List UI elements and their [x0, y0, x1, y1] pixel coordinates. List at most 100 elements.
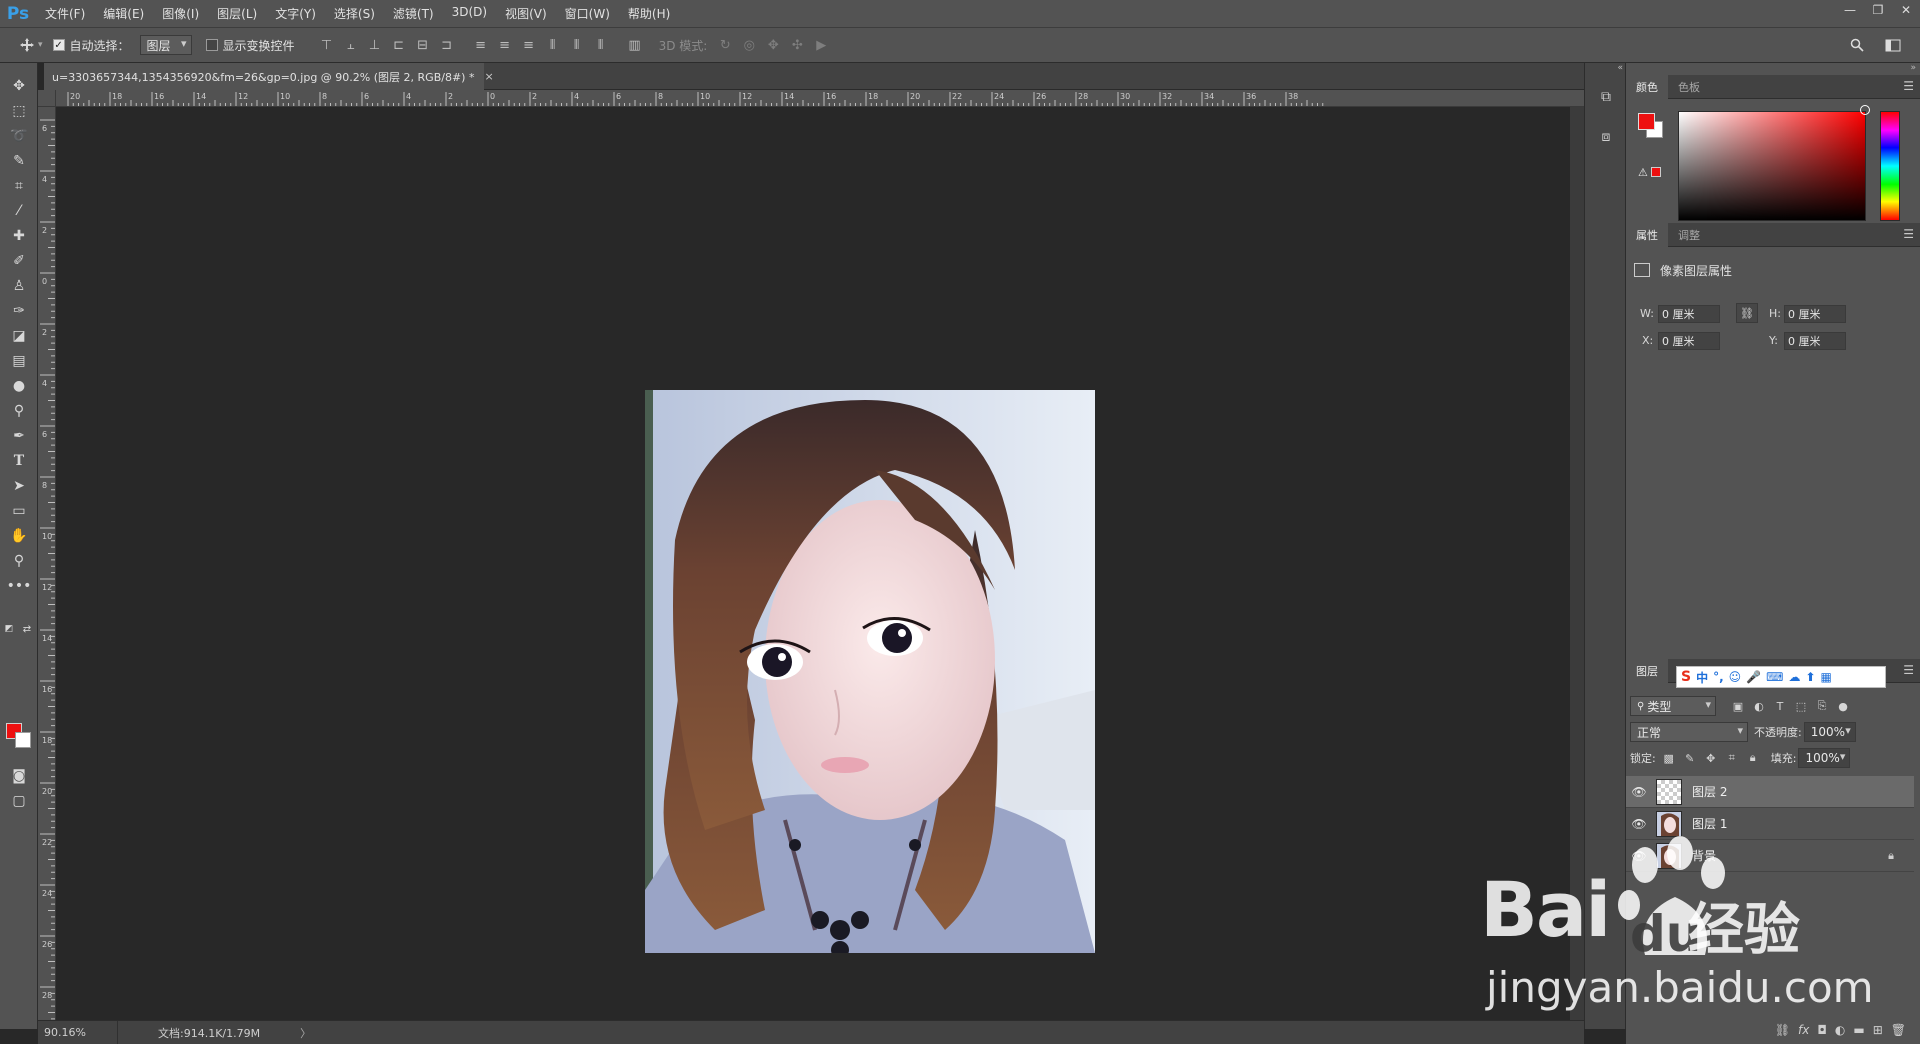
color-picker-field[interactable]	[1678, 111, 1866, 221]
eyedropper-tool-icon[interactable]: ⁄	[6, 200, 32, 222]
hand-tool-icon[interactable]: ✋	[6, 525, 32, 547]
pen-tool-icon[interactable]: ✒	[6, 425, 32, 447]
link-dimensions-icon[interactable]: ⛓	[1736, 303, 1758, 323]
menu-item-10[interactable]: 帮助(H)	[619, 5, 679, 22]
layer-filter-dropdown[interactable]: ⚲ 类型	[1630, 696, 1716, 716]
color-panel-foreground-swatch[interactable]	[1638, 113, 1655, 130]
document-tab[interactable]: u=3303657344,1354356920&fm=26&gp=0.jpg @…	[44, 63, 494, 90]
default-colors-icon[interactable]: ◩	[2, 618, 16, 640]
show-transform-checkbox[interactable]	[205, 39, 218, 51]
distribute-bottom-icon[interactable]: ≡	[519, 35, 539, 55]
blend-mode-dropdown[interactable]: 正常	[1630, 722, 1748, 742]
distribute-top-icon[interactable]: ≡	[471, 35, 491, 55]
menu-item-4[interactable]: 文字(Y)	[266, 5, 325, 22]
tab-adjustments[interactable]: 调整	[1668, 223, 1710, 247]
move-tool-icon[interactable]	[16, 34, 38, 56]
hue-slider[interactable]	[1880, 111, 1900, 221]
tab-swatches[interactable]: 色板	[1668, 75, 1710, 99]
zoom-level[interactable]: 90.16%	[38, 1021, 118, 1044]
filter-smart-object-icon[interactable]: ⎘	[1814, 698, 1830, 714]
ime-grid-icon[interactable]: ▦	[1821, 670, 1832, 684]
align-left-icon[interactable]: ⊏	[389, 35, 409, 55]
layer-style-icon[interactable]: fx	[1798, 1023, 1809, 1037]
height-field[interactable]: 0 厘米	[1784, 305, 1846, 323]
lock-transparency-icon[interactable]: ▩	[1661, 750, 1677, 766]
path-select-tool-icon[interactable]: ➤	[6, 475, 32, 497]
type-tool-icon[interactable]: T	[6, 450, 32, 472]
lock-artboard-icon[interactable]: ⌗	[1724, 750, 1740, 766]
collapse-panels-icon[interactable]: »	[1910, 63, 1916, 73]
filter-type-icon[interactable]: T	[1772, 698, 1788, 714]
search-icon[interactable]	[1846, 34, 1868, 56]
lock-all-icon[interactable]: 🔒︎	[1745, 750, 1761, 766]
rectangle-tool-icon[interactable]: ▭	[6, 500, 32, 522]
lock-pixels-icon[interactable]: ✎	[1682, 750, 1698, 766]
eraser-tool-icon[interactable]: ◪	[6, 325, 32, 347]
align-vcenter-icon[interactable]: ⫠	[341, 35, 361, 55]
link-layers-icon[interactable]: ⛓	[1775, 1023, 1790, 1037]
3d-pan-icon[interactable]: ✥	[763, 35, 783, 55]
swap-colors-icon[interactable]: ⇄	[20, 618, 34, 640]
ime-voice-icon[interactable]: 🎤	[1746, 670, 1761, 684]
auto-select-target-dropdown[interactable]: 图层	[139, 35, 192, 55]
filter-adjustment-icon[interactable]: ◐	[1751, 698, 1767, 714]
ruler-origin[interactable]	[38, 90, 56, 107]
healing-brush-tool-icon[interactable]: ✚	[6, 225, 32, 247]
menu-item-6[interactable]: 滤镜(T)	[384, 5, 443, 22]
auto-align-icon[interactable]: ▥	[625, 35, 645, 55]
properties-panel-icon[interactable]: ⧈	[1594, 125, 1618, 149]
tab-color[interactable]: 颜色	[1626, 75, 1668, 99]
3d-slide-icon[interactable]: ✣	[787, 35, 807, 55]
menu-item-7[interactable]: 3D(D)	[443, 5, 496, 22]
menu-item-9[interactable]: 窗口(W)	[556, 5, 619, 22]
ime-toolbar[interactable]: S 中 °, ☺ 🎤 ⌨ ☁ ⬆ ▦	[1676, 666, 1886, 688]
brush-tool-icon[interactable]: ✐	[6, 250, 32, 272]
delete-layer-icon[interactable]: 🗑︎	[1891, 1023, 1906, 1037]
lock-position-icon[interactable]: ✥	[1703, 750, 1719, 766]
properties-panel-menu-icon[interactable]: ☰	[1903, 227, 1914, 241]
opacity-field[interactable]: 100%	[1803, 722, 1856, 742]
tab-properties[interactable]: 属性	[1626, 223, 1668, 247]
align-top-icon[interactable]: ⊤	[317, 35, 337, 55]
ime-logo[interactable]: S	[1681, 669, 1691, 685]
3d-roll-icon[interactable]: ◎	[739, 35, 759, 55]
tool-preset-chevron-icon[interactable]: ▾	[38, 40, 43, 50]
align-bottom-icon[interactable]: ⊥	[365, 35, 385, 55]
new-group-icon[interactable]: ▬	[1853, 1023, 1864, 1037]
filter-toggle-icon[interactable]: ●	[1835, 698, 1851, 714]
add-mask-icon[interactable]: ◘	[1817, 1023, 1827, 1037]
ime-up-icon[interactable]: ⬆	[1805, 670, 1815, 684]
collapse-arrows-icon[interactable]: «	[1617, 63, 1623, 73]
filter-pixel-icon[interactable]: ▣	[1730, 698, 1746, 714]
crop-tool-icon[interactable]: ⌗	[6, 175, 32, 197]
more-tools-icon[interactable]: •••	[6, 575, 32, 597]
gamut-warning-icon[interactable]: ⚠	[1638, 166, 1648, 179]
color-panel-menu-icon[interactable]: ☰	[1903, 79, 1914, 93]
width-field[interactable]: 0 厘米	[1658, 305, 1720, 323]
background-color-swatch[interactable]	[15, 732, 31, 748]
blur-tool-icon[interactable]: ●	[6, 375, 32, 397]
fill-field[interactable]: 100%	[1798, 748, 1851, 768]
x-field[interactable]: 0 厘米	[1658, 332, 1720, 350]
menu-item-8[interactable]: 视图(V)	[496, 5, 556, 22]
document-image[interactable]	[645, 390, 1095, 953]
ime-mode[interactable]: 中	[1696, 669, 1708, 686]
zoom-tool-icon[interactable]: ⚲	[6, 550, 32, 572]
history-brush-tool-icon[interactable]: ✑	[6, 300, 32, 322]
lasso-tool-icon[interactable]: ➰	[6, 125, 32, 147]
menu-item-3[interactable]: 图层(L)	[208, 5, 266, 22]
canvas-area[interactable]	[56, 107, 1584, 1020]
menu-item-0[interactable]: 文件(F)	[36, 5, 94, 22]
ime-keyboard-icon[interactable]: ⌨	[1766, 670, 1783, 684]
restore-button[interactable]: ❐	[1864, 0, 1892, 20]
color-picker-cursor[interactable]	[1860, 105, 1870, 115]
menu-item-5[interactable]: 选择(S)	[325, 5, 384, 22]
ime-skin-icon[interactable]: ☁	[1788, 670, 1800, 684]
close-button[interactable]: ✕	[1892, 0, 1920, 20]
dodge-tool-icon[interactable]: ⚲	[6, 400, 32, 422]
quick-mask-icon[interactable]: ◙	[6, 765, 32, 787]
align-right-icon[interactable]: ⊐	[437, 35, 457, 55]
3d-scale-icon[interactable]: ▶	[811, 35, 831, 55]
menu-item-2[interactable]: 图像(I)	[153, 5, 208, 22]
status-menu-arrow[interactable]: 〉	[300, 1025, 311, 1041]
